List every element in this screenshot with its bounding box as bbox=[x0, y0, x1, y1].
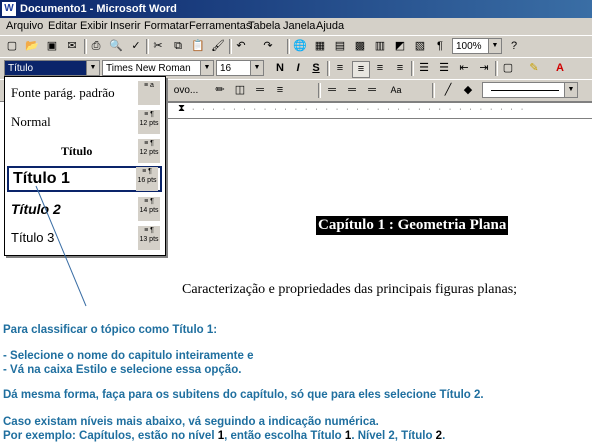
pointer-line bbox=[35, 185, 87, 307]
annotation-pointer-line bbox=[35, 185, 87, 307]
